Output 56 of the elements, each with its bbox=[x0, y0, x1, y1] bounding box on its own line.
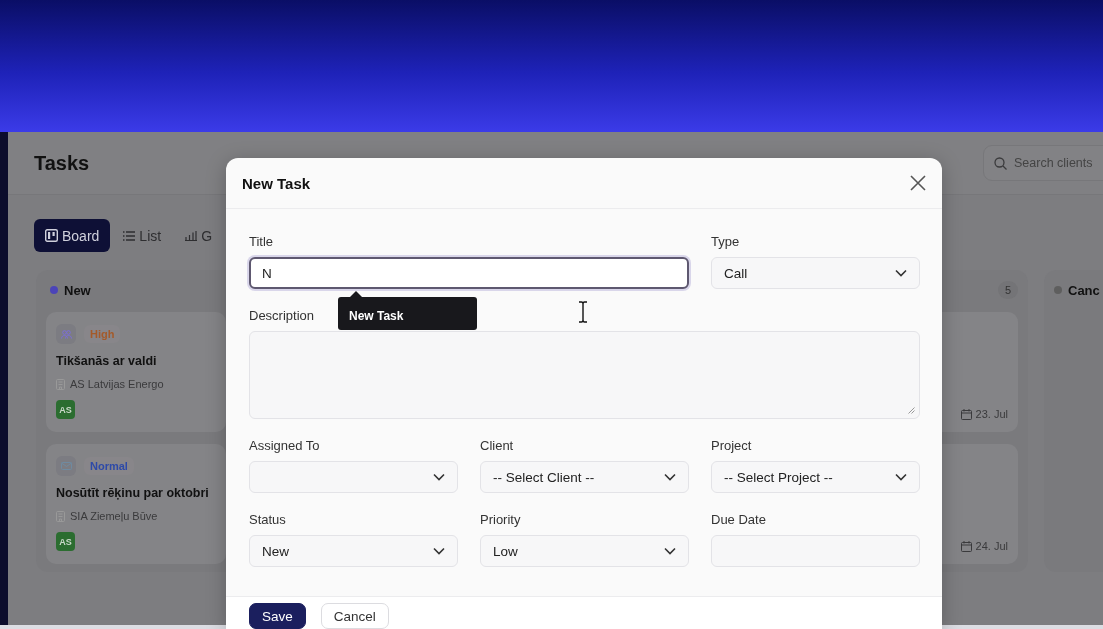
text-cursor-icon bbox=[578, 301, 588, 323]
chevron-down-icon bbox=[433, 547, 445, 555]
due-date: 23. Jul bbox=[975, 408, 1008, 420]
bar-chart-icon bbox=[185, 230, 198, 241]
close-icon bbox=[910, 175, 926, 191]
people-icon bbox=[60, 329, 72, 339]
client-name: SIA Ziemeļu Būve bbox=[70, 510, 158, 522]
resize-grip-icon bbox=[908, 407, 915, 414]
chevron-down-icon bbox=[895, 473, 907, 481]
select-dropdown[interactable]: Call bbox=[711, 257, 920, 289]
field-label: Description bbox=[249, 308, 315, 323]
select-dropdown[interactable]: -- Select Project -- bbox=[711, 461, 920, 493]
field-label: Project bbox=[711, 438, 752, 453]
close-button[interactable] bbox=[908, 173, 928, 193]
field-label: Client bbox=[480, 438, 514, 453]
field-label: Due Date bbox=[711, 512, 766, 527]
search-icon bbox=[994, 156, 1007, 170]
list-icon bbox=[123, 230, 136, 241]
select-dropdown[interactable]: New bbox=[249, 535, 458, 567]
tooltip-arrow-icon bbox=[350, 291, 362, 297]
task-title: Nosūtīt rēķinu par oktobri bbox=[56, 486, 210, 500]
chevron-down-icon bbox=[433, 473, 445, 481]
task-card[interactable]: Normal Nosūtīt rēķinu par oktobri SIA Ziemeļu Būve AS bbox=[46, 444, 226, 564]
priority-tag: Normal bbox=[84, 457, 134, 475]
board-icon bbox=[45, 229, 58, 242]
select-dropdown[interactable] bbox=[249, 461, 458, 493]
cancel-button[interactable]: Cancel bbox=[320, 603, 389, 629]
task-card[interactable]: High Tikšanās ar valdi AS Latvijas Energo AS bbox=[46, 312, 226, 432]
select-dropdown[interactable]: -- Select Client -- bbox=[480, 461, 689, 493]
priority-tag: High bbox=[84, 325, 121, 343]
client-name: AS Latvijas Energo bbox=[70, 378, 164, 390]
envelope-icon bbox=[60, 462, 72, 470]
field-label: Type bbox=[711, 234, 740, 249]
dialog-title: New Task bbox=[242, 174, 311, 192]
calendar-icon bbox=[960, 408, 972, 420]
field-label: Status bbox=[249, 512, 286, 527]
view-tab[interactable]: Board bbox=[34, 219, 111, 252]
field-label: Priority bbox=[480, 512, 521, 527]
task-title: Tikšanās ar valdi bbox=[56, 354, 158, 368]
due-date: 24. Jul bbox=[975, 540, 1008, 552]
chevron-down-icon bbox=[895, 269, 907, 277]
assignee-avatar: AS bbox=[56, 532, 75, 551]
column-title: New bbox=[64, 282, 91, 298]
select-dropdown[interactable]: Low bbox=[480, 535, 689, 567]
chevron-down-icon bbox=[664, 547, 676, 555]
field-label: Title bbox=[249, 234, 274, 249]
chevron-down-icon bbox=[664, 473, 676, 481]
column-title: Canc bbox=[1068, 282, 1100, 298]
save-button[interactable]: Save bbox=[249, 603, 306, 629]
page-title: Tasks bbox=[34, 151, 90, 175]
field-label: Assigned To bbox=[249, 438, 320, 453]
title-input[interactable]: N bbox=[249, 257, 689, 289]
assignee-avatar: AS bbox=[56, 400, 75, 419]
description-textarea[interactable] bbox=[249, 331, 920, 419]
count-badge: 5 bbox=[997, 281, 1018, 299]
calendar-icon bbox=[960, 540, 972, 552]
